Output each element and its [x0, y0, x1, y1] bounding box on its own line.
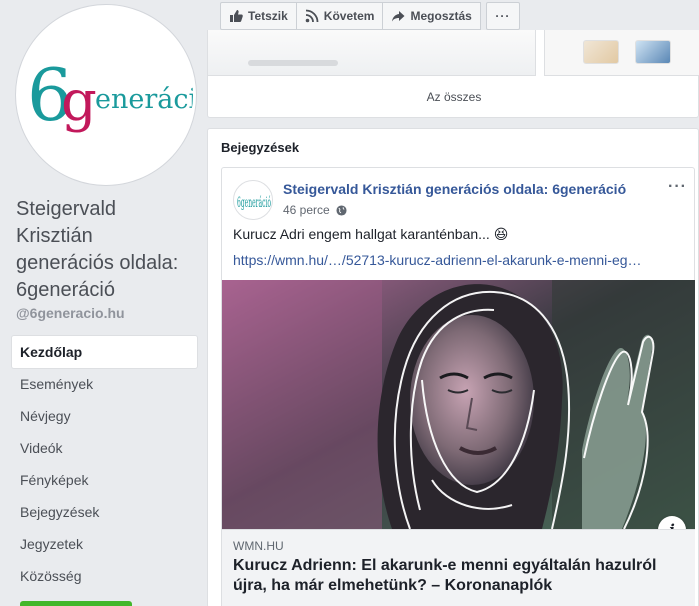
- like-label: Tetszik: [248, 9, 288, 23]
- posts-section-title: Bejegyzések: [221, 140, 300, 155]
- like-button[interactable]: Tetszik: [220, 2, 297, 30]
- post-author-avatar[interactable]: 6generáció: [233, 180, 273, 220]
- more-actions-button[interactable]: ···: [485, 2, 520, 30]
- link-preview-domain: WMN.HU: [233, 539, 284, 553]
- share-button[interactable]: Megosztás: [382, 2, 481, 30]
- logo-g: g: [61, 69, 97, 134]
- posts-card: Bejegyzések 6generáció Steigervald Krisz…: [207, 128, 699, 606]
- post-options-button[interactable]: ···: [668, 178, 687, 196]
- post-meta: 46 perce: [283, 203, 347, 217]
- photo-thumbnail[interactable]: [544, 30, 699, 76]
- link-preview-image[interactable]: [222, 280, 695, 529]
- globe-icon: [336, 204, 347, 216]
- see-all-photos-link[interactable]: Az összes: [208, 90, 699, 104]
- thumbs-up-icon: [230, 10, 243, 22]
- photo-thumbnail[interactable]: [208, 30, 536, 76]
- sidebar-nav-item[interactable]: Jegyzetek: [12, 528, 197, 560]
- cta-button[interactable]: [20, 601, 132, 606]
- rss-icon: [305, 9, 319, 23]
- sidebar-nav-item[interactable]: Fényképek: [12, 464, 197, 496]
- share-arrow-icon: [392, 11, 405, 22]
- post: 6generáció Steigervald Krisztián generác…: [221, 167, 695, 606]
- avatar-logo-text: 6generáció: [237, 195, 271, 211]
- page-nav: Kezdőlap Események Névjegy Videók Fényképek B…: [12, 336, 197, 592]
- page-handle[interactable]: @6generacio.hu: [16, 305, 125, 321]
- brand-logo: 6 g eneráció: [27, 53, 193, 137]
- post-link[interactable]: https://wmn.hu/…/52713-kurucz-adrienn-el…: [233, 252, 642, 268]
- page-sidebar: 6 g eneráció Steigervald Krisztián gener…: [0, 0, 207, 606]
- page-name[interactable]: Steigervald Krisztián generációs oldala:…: [16, 196, 196, 304]
- link-preview-title[interactable]: Kurucz Adrienn: El akarunk-e menni egyál…: [233, 556, 688, 596]
- sidebar-nav-item[interactable]: Videók: [12, 432, 197, 464]
- profile-picture[interactable]: 6 g eneráció: [16, 5, 196, 185]
- sidebar-nav-item[interactable]: Kezdőlap: [12, 336, 197, 368]
- photos-card: Az összes: [207, 30, 699, 118]
- post-message: Kurucz Adri engem hallgat karanténban...…: [233, 226, 509, 242]
- sidebar-nav-item[interactable]: Névjegy: [12, 400, 197, 432]
- follow-label: Követem: [323, 9, 375, 23]
- post-timestamp[interactable]: 46 perce: [283, 203, 330, 217]
- post-author-name[interactable]: Steigervald Krisztián generációs oldala:…: [283, 181, 626, 197]
- sidebar-nav-item[interactable]: Közösség: [12, 560, 197, 592]
- logo-word: eneráció: [95, 84, 193, 115]
- page-action-bar: Tetszik Követem Megosztás ···: [220, 2, 520, 30]
- woman-portrait-image: [222, 280, 695, 529]
- share-label: Megosztás: [410, 9, 472, 23]
- avatar-logo: 6generáció: [237, 195, 271, 211]
- sidebar-nav-item[interactable]: Események: [12, 368, 197, 400]
- sidebar-nav-item[interactable]: Bejegyzések: [12, 496, 197, 528]
- link-preview[interactable]: WMN.HU Kurucz Adrienn: El akarunk-e menn…: [222, 529, 695, 606]
- follow-button[interactable]: Követem: [295, 2, 384, 30]
